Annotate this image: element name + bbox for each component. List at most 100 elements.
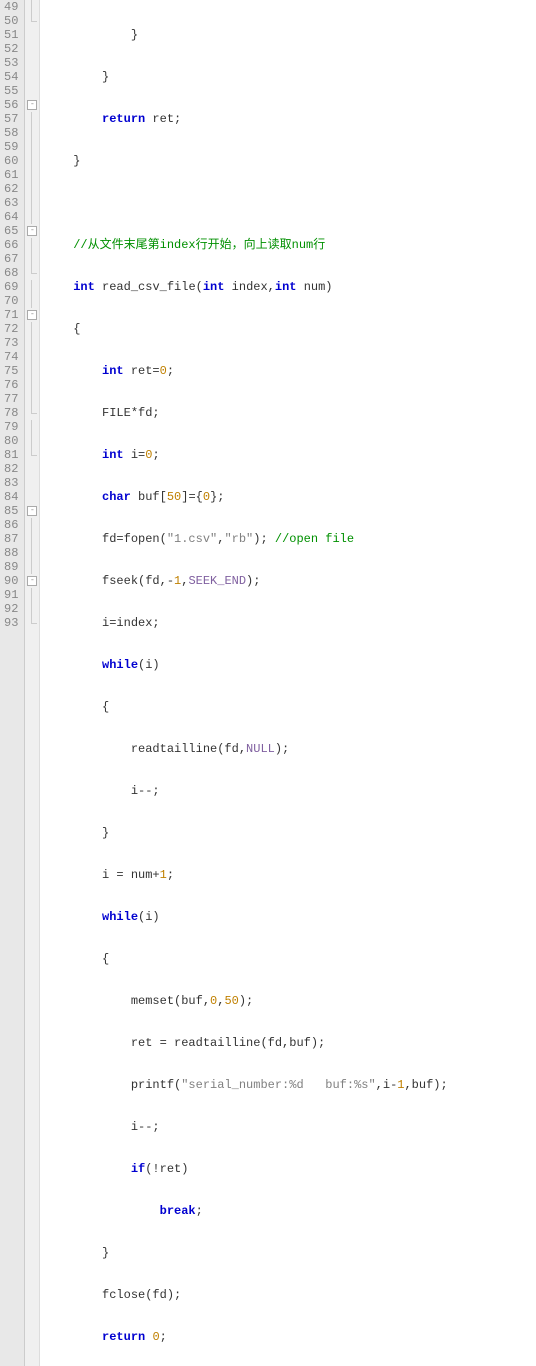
fold-mark[interactable]: [25, 0, 39, 14]
fold-mark[interactable]: [25, 168, 39, 182]
fold-mark[interactable]: [25, 420, 39, 434]
fold-mark[interactable]: [25, 406, 39, 420]
fold-mark[interactable]: -: [25, 504, 39, 518]
line-number: 60: [4, 154, 18, 168]
fold-mark[interactable]: [25, 266, 39, 280]
fold-mark[interactable]: [25, 518, 39, 532]
code-editor: 4950515253545556575859606162636465666768…: [0, 0, 536, 1366]
line-number: 69: [4, 280, 18, 294]
fold-mark[interactable]: [25, 294, 39, 308]
fold-mark[interactable]: [25, 462, 39, 476]
line-number: 65: [4, 224, 18, 238]
fold-mark[interactable]: -: [25, 574, 39, 588]
fold-mark[interactable]: [25, 476, 39, 490]
code-line: i=index;: [44, 616, 447, 630]
fold-mark[interactable]: -: [25, 308, 39, 322]
fold-mark[interactable]: [25, 238, 39, 252]
line-number: 55: [4, 84, 18, 98]
fold-mark[interactable]: [25, 280, 39, 294]
fold-mark[interactable]: [25, 252, 39, 266]
fold-mark[interactable]: [25, 490, 39, 504]
line-number: 87: [4, 532, 18, 546]
line-number: 73: [4, 336, 18, 350]
fold-mark[interactable]: [25, 70, 39, 84]
line-number: 71: [4, 308, 18, 322]
fold-mark[interactable]: [25, 84, 39, 98]
line-number: 70: [4, 294, 18, 308]
line-number: 63: [4, 196, 18, 210]
fold-mark[interactable]: [25, 112, 39, 126]
fold-mark[interactable]: [25, 42, 39, 56]
line-number: 49: [4, 0, 18, 14]
fold-mark[interactable]: [25, 560, 39, 574]
code-line: char buf[50]={0};: [44, 490, 447, 504]
code-line: int ret=0;: [44, 364, 447, 378]
line-number: 54: [4, 70, 18, 84]
fold-mark[interactable]: [25, 154, 39, 168]
fold-mark[interactable]: [25, 588, 39, 602]
fold-collapse-icon[interactable]: -: [27, 226, 37, 236]
code-line: i = num+1;: [44, 868, 447, 882]
fold-mark[interactable]: [25, 140, 39, 154]
fold-mark[interactable]: [25, 28, 39, 42]
fold-mark[interactable]: [25, 14, 39, 28]
line-number: 64: [4, 210, 18, 224]
fold-mark[interactable]: [25, 56, 39, 70]
fold-mark[interactable]: [25, 210, 39, 224]
fold-mark[interactable]: [25, 546, 39, 560]
fold-mark[interactable]: [25, 336, 39, 350]
code-line: i--;: [44, 784, 447, 798]
fold-collapse-icon[interactable]: -: [27, 100, 37, 110]
fold-mark[interactable]: [25, 532, 39, 546]
line-number: 51: [4, 28, 18, 42]
fold-collapse-icon[interactable]: -: [27, 310, 37, 320]
code-line: return ret;: [44, 112, 447, 126]
fold-collapse-icon[interactable]: -: [27, 576, 37, 586]
line-number: 66: [4, 238, 18, 252]
line-number: 81: [4, 448, 18, 462]
code-line: readtailline(fd,NULL);: [44, 742, 447, 756]
fold-mark[interactable]: [25, 196, 39, 210]
code-line: break;: [44, 1204, 447, 1218]
code-line: return 0;: [44, 1330, 447, 1344]
fold-mark[interactable]: [25, 322, 39, 336]
line-number: 77: [4, 392, 18, 406]
fold-mark[interactable]: [25, 434, 39, 448]
line-number: 93: [4, 616, 18, 630]
fold-mark[interactable]: [25, 364, 39, 378]
line-number: 78: [4, 406, 18, 420]
fold-collapse-icon[interactable]: -: [27, 506, 37, 516]
code-line: memset(buf,0,50);: [44, 994, 447, 1008]
code-area[interactable]: } } return ret; } //从文件末尾第index行开始，向上读取n…: [40, 0, 447, 1366]
code-line: if(!ret): [44, 1162, 447, 1176]
fold-mark[interactable]: [25, 126, 39, 140]
line-number: 88: [4, 546, 18, 560]
fold-mark[interactable]: [25, 182, 39, 196]
line-number: 50: [4, 14, 18, 28]
fold-mark[interactable]: [25, 602, 39, 616]
line-number: 67: [4, 252, 18, 266]
fold-mark[interactable]: [25, 616, 39, 630]
line-number: 74: [4, 350, 18, 364]
fold-mark[interactable]: [25, 392, 39, 406]
code-line: while(i): [44, 910, 447, 924]
code-line: fclose(fd);: [44, 1288, 447, 1302]
code-line: [44, 196, 447, 210]
fold-mark[interactable]: -: [25, 224, 39, 238]
line-number: 85: [4, 504, 18, 518]
code-line: printf("serial_number:%d buf:%s",i-1,buf…: [44, 1078, 447, 1092]
line-number: 83: [4, 476, 18, 490]
code-line: fd=fopen("1.csv","rb"); //open file: [44, 532, 447, 546]
fold-mark[interactable]: -: [25, 98, 39, 112]
fold-mark[interactable]: [25, 350, 39, 364]
fold-mark[interactable]: [25, 378, 39, 392]
code-line: int read_csv_file(int index,int num): [44, 280, 447, 294]
line-number: 84: [4, 490, 18, 504]
fold-mark[interactable]: [25, 448, 39, 462]
line-number: 76: [4, 378, 18, 392]
code-line: while(i): [44, 658, 447, 672]
fold-gutter[interactable]: - - - - -: [25, 0, 40, 1366]
code-line: ret = readtailline(fd,buf);: [44, 1036, 447, 1050]
line-number: 59: [4, 140, 18, 154]
code-line: }: [44, 154, 447, 168]
